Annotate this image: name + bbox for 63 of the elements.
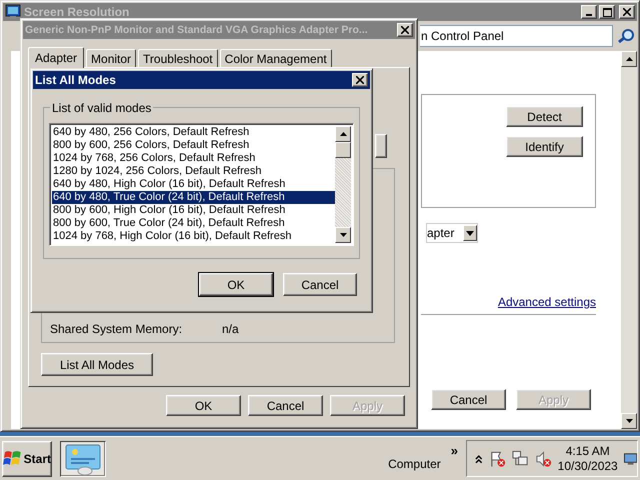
tab[interactable]: Adapter <box>28 47 84 68</box>
list-item[interactable]: 800 by 600, True Color (24 bit), Default Refresh <box>52 217 335 230</box>
identify-button[interactable]: Identify <box>506 136 583 157</box>
network-icon[interactable] <box>512 450 529 468</box>
dialog-button[interactable]: Cancel <box>283 273 357 296</box>
dialog-button[interactable]: OK <box>199 273 273 296</box>
maximize-icon <box>602 8 612 16</box>
dropdown-arrow-icon <box>466 230 474 236</box>
scrollbar[interactable] <box>621 51 637 429</box>
speaker-muted-icon[interactable] <box>534 450 552 468</box>
close-button[interactable] <box>397 23 413 37</box>
list-all-modes-button[interactable]: List All Modes <box>41 353 153 376</box>
scrollbar[interactable] <box>335 126 351 243</box>
expand-icon[interactable] <box>475 454 483 464</box>
partial-button[interactable] <box>375 134 387 158</box>
flag-logo-icon <box>3 450 23 468</box>
taskbar-app-button[interactable] <box>60 440 106 476</box>
close-button[interactable] <box>619 5 635 19</box>
list-item[interactable]: 1024 by 768, High Color (16 bit), Default Refresh <box>52 230 335 243</box>
memory-value: n/a <box>222 322 239 336</box>
clock-date: 10/30/2023 <box>558 458 618 474</box>
list-item[interactable]: 800 by 600, High Color (16 bit), Default Refresh <box>52 204 335 217</box>
flag-error-icon[interactable] <box>488 450 506 468</box>
list-item[interactable]: 1024 by 768, 256 Colors, Default Refresh <box>52 152 335 165</box>
toolbar-chevron[interactable]: » <box>450 442 458 458</box>
maximize-button[interactable] <box>599 5 615 19</box>
advanced-settings-link[interactable]: Advanced settings <box>498 295 596 309</box>
clock-time: 4:15 AM <box>566 444 610 458</box>
toolbar-label: Computer <box>388 456 441 470</box>
scroll-down-icon <box>626 419 632 423</box>
group-label: List of valid modes <box>50 101 154 115</box>
scroll-up-icon <box>626 57 632 61</box>
monitor-icon[interactable] <box>624 452 637 464</box>
dialog-button[interactable]: Cancel <box>248 395 323 416</box>
window-title: Screen Resolution <box>24 5 130 19</box>
scroll-up-icon <box>340 132 346 136</box>
address-field[interactable]: n Control Panel <box>420 25 613 47</box>
memory-label: Shared System Memory: <box>50 322 184 336</box>
modes-list[interactable] <box>49 123 354 246</box>
display-icon <box>63 442 103 476</box>
scroll-thumb[interactable] <box>335 142 351 158</box>
close-icon <box>623 8 631 16</box>
scroll-down-icon <box>340 233 346 237</box>
list-item[interactable]: 640 by 480, 256 Colors, Default Refresh <box>52 126 335 139</box>
start-button[interactable]: Start <box>2 440 52 476</box>
minimize-button[interactable] <box>581 5 597 19</box>
close-icon <box>356 76 364 84</box>
dropdown[interactable]: apter <box>426 223 478 243</box>
search-icon <box>617 28 635 44</box>
dialog-title: List All Modes <box>35 73 117 87</box>
list-item[interactable]: 640 by 480, True Color (24 bit), Default Refresh <box>52 191 335 204</box>
detect-button[interactable]: Detect <box>506 106 583 127</box>
tab[interactable]: Monitor <box>86 49 136 67</box>
list-item[interactable]: 1280 by 1024, 256 Colors, Default Refresh <box>52 165 335 178</box>
tab[interactable]: Troubleshoot <box>138 49 218 67</box>
dialog-button[interactable]: OK <box>166 395 241 416</box>
close-button[interactable] <box>352 73 368 87</box>
list-item[interactable]: 640 by 480, High Color (16 bit), Default Refresh <box>52 178 335 191</box>
list-item[interactable]: 800 by 600, 256 Colors, Default Refresh <box>52 139 335 152</box>
dialog-button[interactable]: Cancel <box>431 389 506 410</box>
tab[interactable]: Color Management <box>220 49 332 67</box>
close-icon <box>401 26 409 34</box>
dialog-title: Generic Non-PnP Monitor and Standard VGA Graphics Adapter Pro... <box>25 24 369 36</box>
